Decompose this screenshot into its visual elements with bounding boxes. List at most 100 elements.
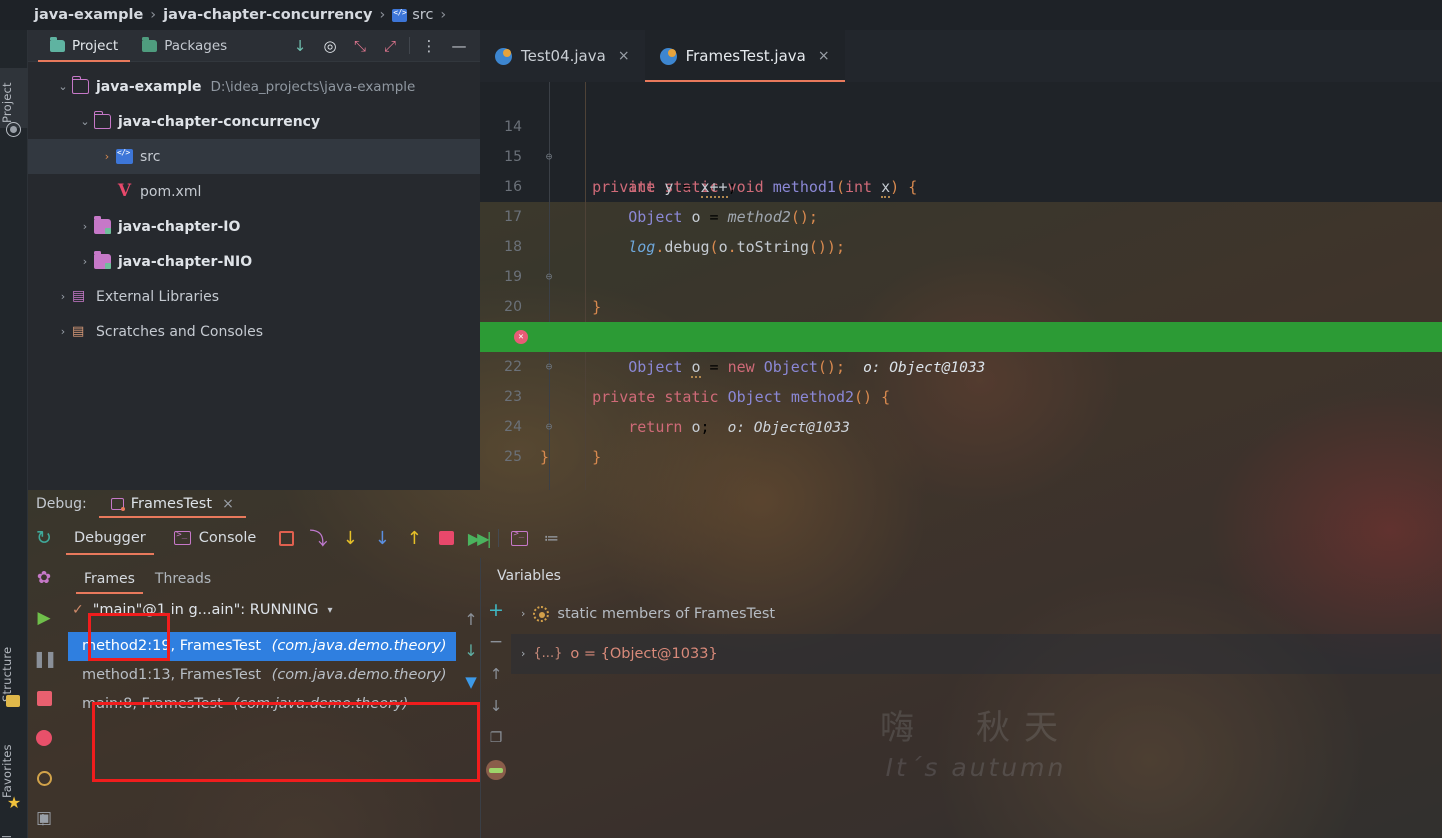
resume-icon[interactable]: ▶ bbox=[28, 598, 60, 638]
project-toolbar: Project Packages ↓ ◎ ⤡ ⤢ ⋮ — bbox=[28, 30, 480, 62]
stop-icon[interactable] bbox=[28, 678, 60, 718]
chevron-down-icon[interactable]: ⌄ bbox=[76, 115, 94, 128]
variables-list: › static members of FramesTest › {...} o… bbox=[511, 594, 1441, 674]
tree-item-java-example[interactable]: ⌄ java-example D:\idea_projects\java-exa… bbox=[28, 69, 480, 104]
sidebar-tab-project[interactable]: Project bbox=[0, 68, 28, 128]
java-file-icon bbox=[659, 47, 677, 65]
chevron-down-icon[interactable]: ⌄ bbox=[54, 80, 72, 93]
folder-pink-icon bbox=[72, 76, 89, 94]
run-to-cursor-icon[interactable] bbox=[430, 518, 462, 558]
show-execution-point-icon[interactable] bbox=[270, 518, 302, 558]
code-editor[interactable]: 14 ⊖ private static void method1(int x) … bbox=[480, 82, 1442, 490]
tab-threads[interactable]: Threads bbox=[145, 571, 221, 594]
close-icon[interactable]: × bbox=[222, 496, 234, 512]
threads-view-icon[interactable] bbox=[503, 518, 535, 558]
chevron-down-icon[interactable]: ▾ bbox=[328, 605, 333, 616]
scratches-icon: ▤ bbox=[72, 324, 85, 339]
tree-item-label: Scratches and Consoles bbox=[96, 323, 263, 340]
chevron-right-icon[interactable]: › bbox=[521, 594, 525, 634]
toolbar-divider bbox=[409, 37, 410, 54]
sidebar-tab-structure[interactable]: Structure bbox=[0, 630, 28, 702]
chevron-right-icon[interactable]: › bbox=[54, 290, 72, 303]
tree-item-path: D:\idea_projects\java-example bbox=[210, 78, 416, 95]
editor-tab-test04[interactable]: Test04.java × bbox=[480, 30, 645, 82]
step-over-icon[interactable]: ⤵ bbox=[302, 518, 334, 558]
line-number: 22 bbox=[504, 359, 522, 375]
breadcrumb-item-module[interactable]: java-chapter-concurrency bbox=[163, 7, 372, 23]
frame-method: main:8, FramesTest bbox=[82, 696, 223, 712]
down-arrow-icon[interactable]: ↓ bbox=[481, 690, 511, 722]
tab-frames[interactable]: Frames bbox=[74, 571, 145, 594]
chevron-right-icon[interactable]: › bbox=[76, 220, 94, 233]
minimize-icon[interactable]: — bbox=[444, 31, 474, 61]
frame-list-item[interactable]: method1:13, FramesTest (com.java.demo.th… bbox=[68, 661, 456, 690]
thread-selector[interactable]: ✓ "main"@1 in g...ain": RUNNING ▾ bbox=[60, 594, 480, 626]
variable-row-o[interactable]: › {...} o = {Object@1033} bbox=[511, 634, 1441, 674]
tab-packages[interactable]: Packages bbox=[130, 30, 239, 62]
editor-tab-framestest[interactable]: FramesTest.java × bbox=[644, 30, 845, 82]
force-step-into-icon[interactable]: ↓ bbox=[366, 518, 398, 558]
breadcrumb-item-src[interactable]: src bbox=[412, 7, 433, 23]
pause-icon[interactable]: ❚❚ bbox=[28, 638, 60, 678]
tree-item-label: pom.xml bbox=[140, 183, 202, 200]
variables-pane: Variables + − ↑ ↓ ❐ › static members of … bbox=[480, 558, 1442, 838]
rerun-icon[interactable]: ↻ bbox=[28, 518, 60, 558]
view-breakpoints-icon[interactable] bbox=[28, 718, 60, 758]
mute-breakpoints-icon[interactable] bbox=[28, 758, 60, 798]
expand-icon[interactable]: ⤡ bbox=[345, 31, 375, 61]
code-line: 24 } bbox=[480, 382, 1442, 466]
breadcrumb-item-project[interactable]: java-example bbox=[34, 7, 143, 23]
collapse-arrow-icon[interactable]: ↓ bbox=[285, 31, 315, 61]
settings-icon[interactable]: ✿ bbox=[28, 558, 60, 598]
close-icon[interactable]: × bbox=[618, 48, 630, 64]
sidebar-tab-rebel[interactable]: Rebel bbox=[0, 820, 28, 838]
debug-title-bar: Debug: FramesTest × bbox=[28, 490, 1442, 518]
line-number: 25 bbox=[504, 449, 522, 465]
tab-console[interactable]: Console bbox=[160, 518, 271, 558]
remove-watch-icon[interactable]: − bbox=[481, 626, 511, 658]
tree-item-scratches-and-consoles[interactable]: › ▤ Scratches and Consoles bbox=[28, 314, 480, 349]
tree-item-java-chapter-nio[interactable]: › java-chapter-NIO bbox=[28, 244, 480, 279]
step-out-icon[interactable]: ↑ bbox=[398, 518, 430, 558]
frame-method: method1:13, FramesTest bbox=[82, 667, 262, 683]
target-icon[interactable]: ◎ bbox=[315, 31, 345, 61]
tree-item-pom-xml[interactable]: V pom.xml bbox=[28, 174, 480, 209]
frame-list-item[interactable]: main:8, FramesTest (com.java.demo.theory… bbox=[68, 690, 456, 719]
more-options-icon[interactable]: ⋮ bbox=[414, 31, 444, 61]
library-icon: ▤ bbox=[72, 288, 86, 304]
chevron-right-icon[interactable]: › bbox=[98, 150, 116, 163]
chevron-right-icon[interactable]: › bbox=[76, 255, 94, 268]
maven-circle-icon[interactable] bbox=[6, 122, 22, 138]
check-icon: ✓ bbox=[72, 602, 84, 618]
tree-item-java-chapter-io[interactable]: › java-chapter-IO bbox=[28, 209, 480, 244]
source-folder-icon bbox=[116, 148, 133, 164]
tree-item-src[interactable]: › src bbox=[28, 139, 480, 174]
variable-row-static-members[interactable]: › static members of FramesTest bbox=[511, 594, 1441, 634]
frame-list-item[interactable]: method2:19, FramesTest (com.java.demo.th… bbox=[68, 632, 456, 661]
copy-icon[interactable]: ❐ bbox=[481, 722, 511, 754]
tab-debugger[interactable]: Debugger bbox=[60, 518, 160, 558]
evaluate-expression-icon[interactable]: ▶▶| bbox=[462, 518, 494, 558]
breakpoint-icon[interactable]: ✕ bbox=[514, 330, 528, 344]
step-into-icon[interactable]: ↓ bbox=[334, 518, 366, 558]
tree-item-external-libraries[interactable]: › ▤ External Libraries bbox=[28, 279, 480, 314]
breadcrumb-separator: › bbox=[150, 7, 157, 23]
breadcrumb-separator: › bbox=[440, 7, 447, 23]
code-line: 21 Object o = new Object(); o: Object@10… bbox=[480, 292, 1442, 378]
sidebar-tab-favorites[interactable]: Favorites bbox=[0, 722, 28, 798]
collapse-icon[interactable]: ⤢ bbox=[375, 31, 405, 61]
inline-debug-hint: o: Object@1033 bbox=[727, 420, 850, 436]
add-watch-icon[interactable]: + bbox=[481, 594, 511, 626]
watches-icon[interactable]: ≔ bbox=[535, 518, 567, 558]
tab-project[interactable]: Project bbox=[38, 30, 131, 62]
chevron-right-icon[interactable]: › bbox=[521, 634, 525, 674]
structure-icon bbox=[6, 695, 20, 707]
debug-session-tab[interactable]: FramesTest × bbox=[98, 490, 246, 518]
tree-item-label: java-example bbox=[96, 78, 202, 95]
glasses-icon[interactable] bbox=[481, 754, 511, 786]
tree-item-java-chapter-concurrency[interactable]: ⌄ java-chapter-concurrency bbox=[28, 104, 480, 139]
up-arrow-icon[interactable]: ↑ bbox=[481, 658, 511, 690]
more-options-icon[interactable]: ⋮ bbox=[36, 812, 50, 828]
close-icon[interactable]: × bbox=[818, 48, 830, 64]
chevron-right-icon[interactable]: › bbox=[54, 325, 72, 338]
